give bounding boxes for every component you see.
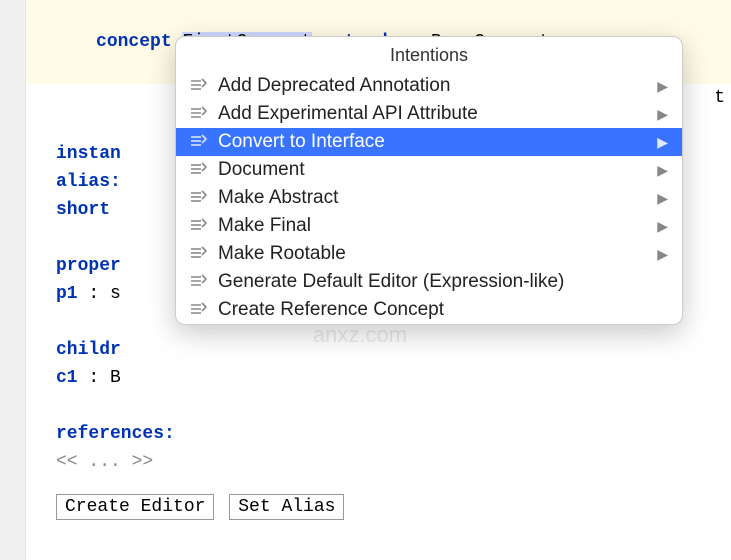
submenu-arrow-icon: ▶ [657, 162, 668, 179]
submenu-arrow-icon: ▶ [657, 134, 668, 151]
intention-label: Make Rootable [218, 243, 657, 265]
intention-icon [188, 132, 208, 152]
submenu-arrow-icon: ▶ [657, 246, 668, 263]
popup-title: Intentions [176, 37, 682, 72]
submenu-arrow-icon: ▶ [657, 218, 668, 235]
intention-item-0[interactable]: Add Deprecated Annotation ▶ [176, 72, 682, 100]
intention-label: Generate Default Editor (Expression-like… [218, 271, 668, 293]
intentions-popup[interactable]: Intentions Add Deprecated Annotation ▶ A… [175, 36, 683, 325]
intention-item-6[interactable]: Make Rootable ▶ [176, 240, 682, 268]
c1-line[interactable]: c1 : B [42, 364, 731, 392]
intention-item-7[interactable]: Generate Default Editor (Expression-like… [176, 268, 682, 296]
children-line[interactable]: childr [42, 336, 731, 364]
intention-label: Make Final [218, 215, 657, 237]
submenu-arrow-icon: ▶ [657, 190, 668, 207]
intention-icon [188, 216, 208, 236]
chevron-placeholder[interactable]: << ... >> [42, 448, 731, 476]
intention-label: Add Experimental API Attribute [218, 103, 657, 125]
intention-icon [188, 160, 208, 180]
intention-item-3[interactable]: Document ▶ [176, 156, 682, 184]
intention-item-1[interactable]: Add Experimental API Attribute ▶ [176, 100, 682, 128]
editor-buttons-row: Create Editor Set Alias [42, 494, 731, 520]
intention-label: Add Deprecated Annotation [218, 75, 657, 97]
intention-icon [188, 76, 208, 96]
intention-icon [188, 188, 208, 208]
intention-item-2[interactable]: Convert to Interface ▶ [176, 128, 682, 156]
intention-item-5[interactable]: Make Final ▶ [176, 212, 682, 240]
intention-icon [188, 104, 208, 124]
keyword-concept: concept [96, 32, 172, 52]
intention-icon [188, 244, 208, 264]
intention-icon [188, 272, 208, 292]
submenu-arrow-icon: ▶ [657, 78, 668, 95]
editor-gutter [0, 0, 26, 560]
create-editor-button[interactable]: Create Editor [56, 494, 214, 520]
set-alias-button[interactable]: Set Alias [229, 494, 344, 520]
references-line[interactable]: references: [42, 420, 731, 448]
intention-item-4[interactable]: Make Abstract ▶ [176, 184, 682, 212]
intention-label: Create Reference Concept [218, 299, 668, 321]
intention-label: Convert to Interface [218, 131, 657, 153]
submenu-arrow-icon: ▶ [657, 106, 668, 123]
intention-label: Document [218, 159, 657, 181]
intention-icon [188, 300, 208, 320]
intention-label: Make Abstract [218, 187, 657, 209]
intention-item-8[interactable]: Create Reference Concept [176, 296, 682, 324]
